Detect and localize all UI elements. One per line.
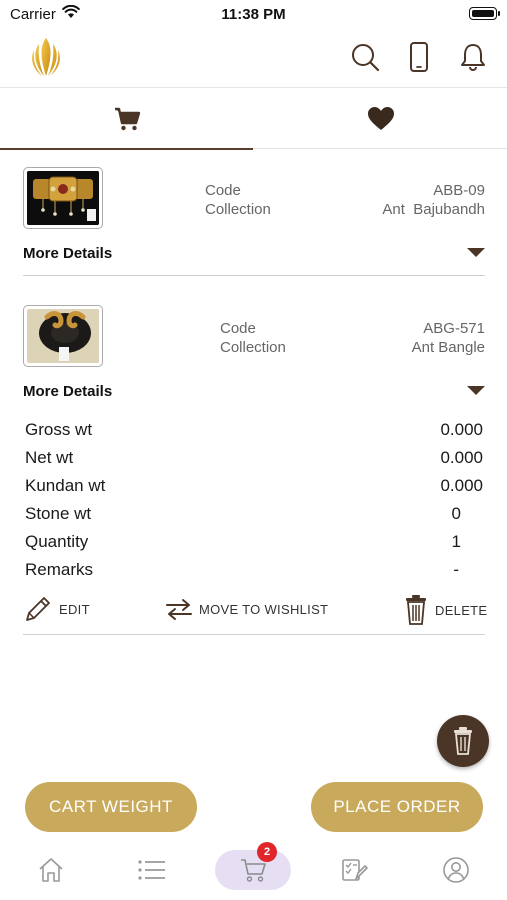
move-to-wishlist-button[interactable]: MOVE TO WISHLIST bbox=[165, 594, 328, 624]
nav-cart[interactable]: 2 bbox=[215, 842, 291, 890]
detail-row-quantity: Quantity 1 bbox=[25, 528, 483, 556]
code-value: ABG-571 bbox=[423, 320, 485, 337]
bajubandh-image bbox=[27, 171, 99, 225]
trash-icon bbox=[406, 595, 426, 625]
move-to-wishlist-label: MOVE TO WISHLIST bbox=[199, 601, 329, 617]
detail-label: Gross wt bbox=[25, 420, 93, 439]
edit-button[interactable]: EDIT bbox=[23, 594, 90, 624]
divider bbox=[23, 275, 485, 276]
product-thumbnail[interactable] bbox=[23, 167, 103, 229]
search-icon[interactable] bbox=[350, 42, 380, 72]
detail-value: 1 bbox=[451, 532, 461, 551]
more-details-toggle[interactable]: More Details bbox=[23, 245, 112, 262]
detail-label: Stone wt bbox=[25, 504, 92, 523]
detail-label: Kundan wt bbox=[25, 476, 106, 495]
detail-row-remarks: Remarks - bbox=[25, 556, 483, 584]
detail-value: 0.000 bbox=[440, 476, 483, 495]
divider bbox=[23, 634, 485, 635]
product-thumbnail[interactable] bbox=[23, 305, 103, 367]
tab-wishlist[interactable] bbox=[254, 89, 507, 149]
checklist-icon bbox=[342, 859, 368, 881]
expand-caret-icon[interactable] bbox=[467, 248, 485, 257]
delete-button[interactable]: DELETE bbox=[403, 594, 487, 626]
bottom-navigation: 2 bbox=[0, 842, 507, 900]
detail-label: Remarks bbox=[25, 560, 94, 579]
nav-profile[interactable] bbox=[418, 850, 494, 890]
collection-label: Collection bbox=[205, 201, 271, 218]
bangle-image bbox=[27, 309, 99, 363]
clock: 11:38 PM bbox=[221, 6, 286, 23]
expand-caret-icon[interactable] bbox=[467, 386, 485, 395]
trash-icon bbox=[454, 727, 472, 755]
detail-value: 0 bbox=[451, 504, 461, 523]
clear-cart-fab[interactable] bbox=[437, 715, 489, 767]
detail-row-net-wt: Net wt 0.000 bbox=[25, 444, 483, 472]
battery-icon bbox=[469, 7, 500, 20]
swap-arrows-icon bbox=[166, 599, 192, 620]
code-value: ABB-09 bbox=[433, 182, 485, 199]
code-label: Code bbox=[220, 320, 256, 337]
app-header bbox=[0, 28, 507, 88]
cart-icon bbox=[114, 107, 140, 131]
detail-label: Net wt bbox=[25, 448, 74, 467]
more-details-toggle[interactable]: More Details bbox=[23, 383, 112, 400]
pencil-icon bbox=[26, 597, 50, 621]
delete-label: DELETE bbox=[435, 602, 488, 618]
bell-icon[interactable] bbox=[458, 42, 488, 72]
collection-label: Collection bbox=[220, 339, 286, 356]
detail-value: - bbox=[453, 560, 459, 579]
detail-row-stone-wt: Stone wt 0 bbox=[25, 500, 483, 528]
status-bar: Carrier 11:38 PM bbox=[0, 0, 507, 28]
detail-row-gross-wt: Gross wt 0.000 bbox=[25, 416, 483, 444]
detail-value: 0.000 bbox=[440, 420, 483, 439]
cart-item: Code Collection ABB-09 Ant Bajubandh Mor… bbox=[23, 167, 485, 277]
nav-home[interactable] bbox=[13, 850, 89, 890]
place-order-button[interactable]: PLACE ORDER bbox=[311, 782, 483, 832]
tab-cart[interactable] bbox=[0, 89, 253, 150]
profile-icon bbox=[443, 857, 469, 883]
detail-label: Quantity bbox=[25, 532, 89, 551]
list-icon bbox=[138, 860, 165, 880]
cart-wishlist-tabs bbox=[0, 89, 507, 150]
code-label: Code bbox=[205, 182, 241, 199]
phone-icon[interactable] bbox=[404, 42, 434, 72]
collection-value: Ant Bangle bbox=[411, 339, 485, 356]
detail-value: 0.000 bbox=[440, 448, 483, 467]
heart-icon bbox=[367, 107, 394, 130]
nav-orders[interactable] bbox=[316, 850, 392, 890]
detail-row-kundan-wt: Kundan wt 0.000 bbox=[25, 472, 483, 500]
home-icon bbox=[39, 858, 63, 882]
cart-count-badge: 2 bbox=[257, 842, 277, 862]
edit-label: EDIT bbox=[59, 601, 90, 617]
cart-weight-button[interactable]: CART WEIGHT bbox=[25, 782, 197, 832]
nav-catalog[interactable] bbox=[114, 850, 190, 890]
collection-value: Ant Bajubandh bbox=[382, 201, 485, 218]
cart-item: Code Collection ABG-571 Ant Bangle More … bbox=[23, 305, 487, 635]
logo-icon bbox=[32, 38, 60, 76]
